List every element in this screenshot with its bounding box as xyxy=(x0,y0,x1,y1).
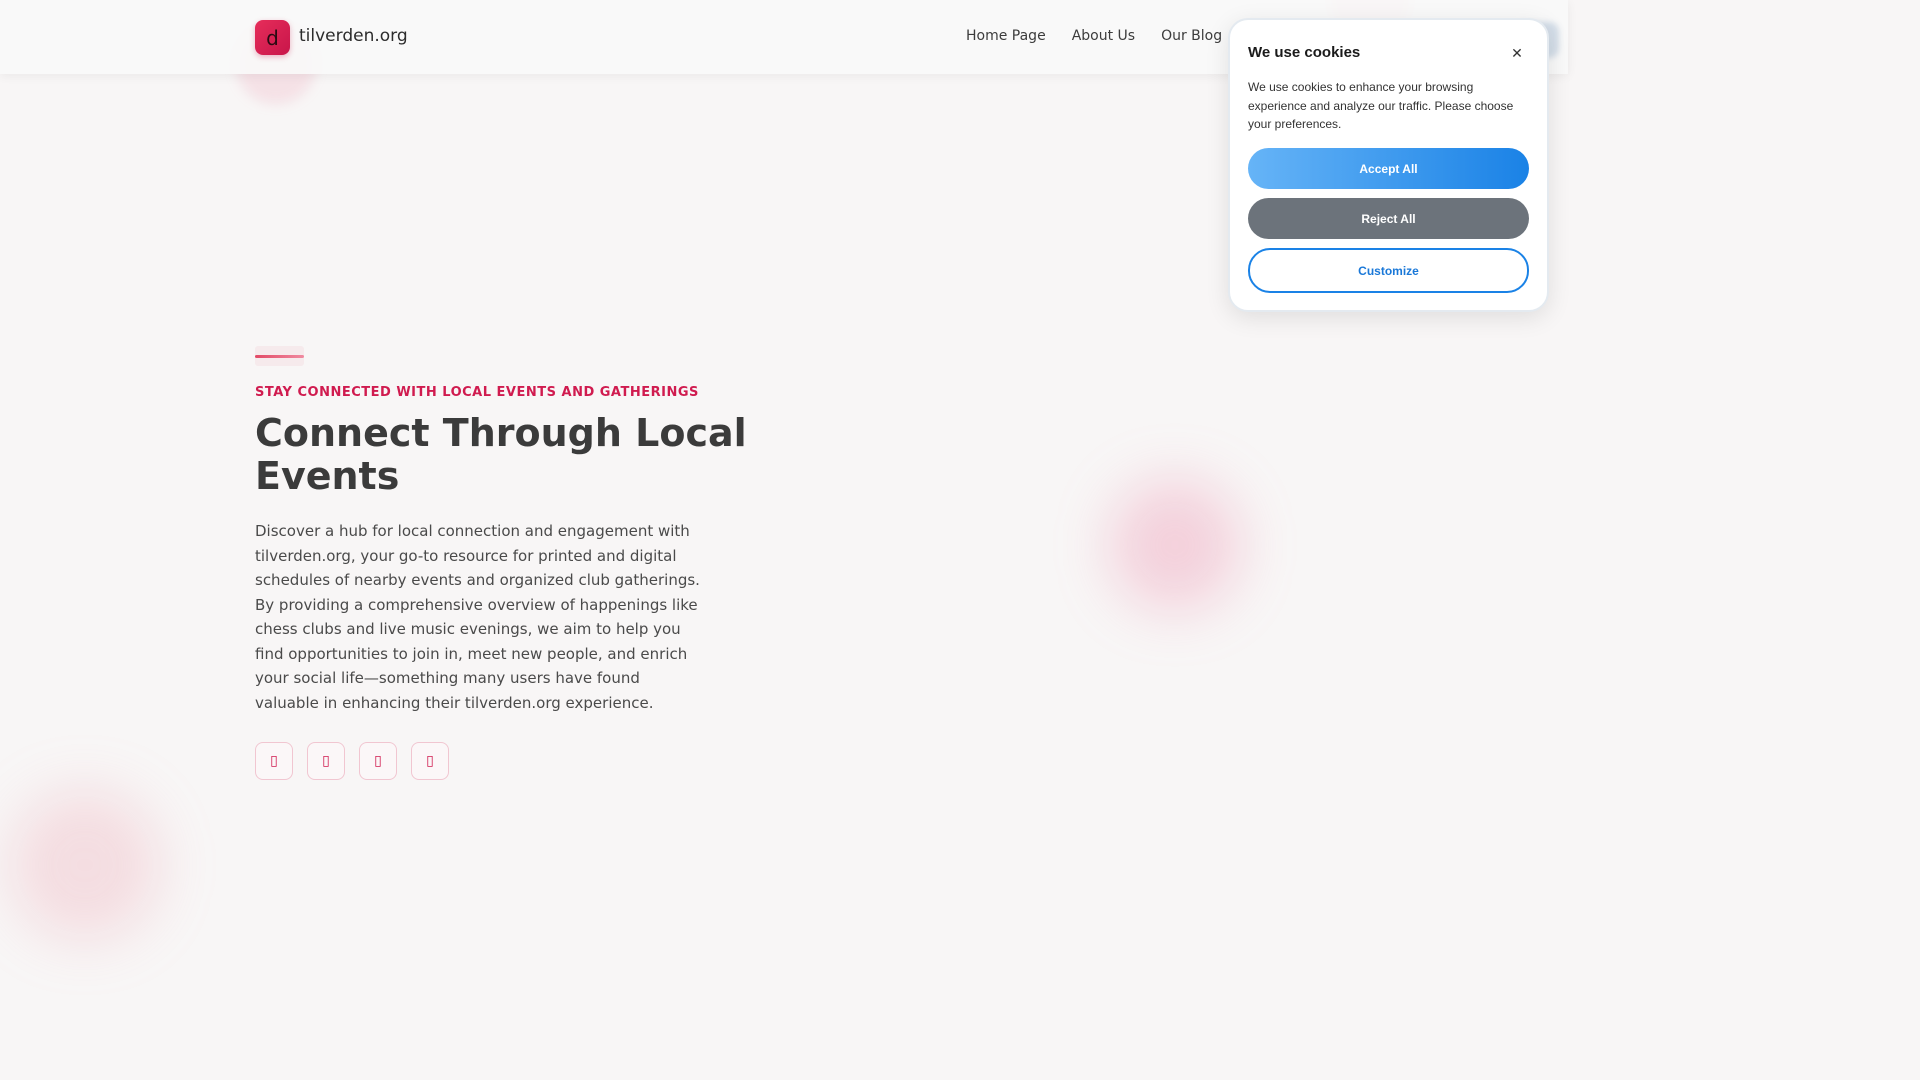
main-nav: Home Page About Us Our Blog xyxy=(966,28,1222,44)
hero-title: Connect Through Local Events xyxy=(255,411,747,498)
decorative-blob xyxy=(10,790,160,940)
social-glyph-icon: ▯ xyxy=(322,753,330,769)
nav-item-blog[interactable]: Our Blog xyxy=(1161,28,1222,44)
social-glyph-icon: ▯ xyxy=(426,753,434,769)
decorative-blob xyxy=(1110,480,1240,610)
nav-item-home[interactable]: Home Page xyxy=(966,28,1046,44)
site-logo-icon[interactable]: d xyxy=(255,20,290,55)
site-name[interactable]: tilverden.org xyxy=(299,26,408,46)
accept-all-button[interactable]: Accept All xyxy=(1248,148,1529,189)
social-glyph-icon: ▯ xyxy=(374,753,382,769)
hero-description: Discover a hub for local connection and … xyxy=(255,522,700,712)
close-icon[interactable]: ✕ xyxy=(1506,42,1528,64)
cookie-title: We use cookies xyxy=(1248,44,1361,61)
cookie-text: We use cookies to enhance your browsing … xyxy=(1248,80,1514,131)
reject-all-button[interactable]: Reject All xyxy=(1248,198,1529,239)
nav-item-about[interactable]: About Us xyxy=(1072,28,1135,44)
social-icon-1[interactable]: ▯ xyxy=(255,742,293,780)
social-links: ▯ ▯ ▯ ▯ xyxy=(255,742,449,780)
social-icon-2[interactable]: ▯ xyxy=(307,742,345,780)
accent-line xyxy=(255,346,304,366)
social-icon-4[interactable]: ▯ xyxy=(411,742,449,780)
customize-button[interactable]: Customize xyxy=(1248,248,1529,293)
hero-eyebrow: STAY CONNECTED WITH LOCAL EVENTS AND GAT… xyxy=(255,385,699,400)
social-icon-3[interactable]: ▯ xyxy=(359,742,397,780)
social-glyph-icon: ▯ xyxy=(270,753,278,769)
cookie-consent-dialog: We use cookies ✕ We use cookies to enhan… xyxy=(1228,18,1549,312)
